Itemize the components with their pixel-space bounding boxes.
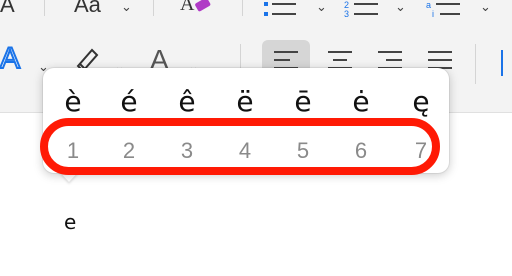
svg-text:3: 3 (344, 9, 349, 18)
accent-option[interactable]: ę (401, 84, 441, 120)
chevron-down-icon[interactable]: ⌄ (395, 0, 406, 13)
text-effects-button[interactable]: A (0, 43, 21, 75)
toolbar-divider (475, 44, 476, 84)
change-case-button[interactable]: Aa (74, 0, 101, 16)
accent-options: è é ê ë ē ė ę (45, 84, 447, 120)
accent-option[interactable]: ê (167, 84, 207, 120)
accent-option[interactable]: ė (341, 84, 381, 120)
line-spacing-icon[interactable] (494, 46, 512, 80)
chevron-down-icon[interactable]: ⌄ (121, 0, 132, 13)
multilevel-list-icon[interactable]: a i (424, 0, 464, 18)
document-text[interactable]: e (64, 210, 76, 234)
accent-option[interactable]: é (109, 84, 149, 120)
svg-text:a: a (426, 0, 431, 10)
toolbar-divider (242, 0, 243, 16)
svg-text:i: i (432, 9, 434, 18)
chevron-down-icon[interactable]: ⌄ (480, 0, 491, 13)
svg-text:A: A (180, 0, 195, 15)
accent-option[interactable]: ē (283, 84, 323, 120)
accent-option[interactable]: è (53, 84, 93, 120)
accent-option[interactable]: ë (225, 84, 265, 120)
bullets-icon[interactable] (262, 0, 302, 18)
toolbar-divider (44, 0, 45, 16)
font-size-control[interactable]: A (0, 0, 15, 16)
clear-formatting-icon[interactable]: A (180, 0, 216, 16)
chevron-down-icon[interactable]: ⌄ (316, 0, 327, 13)
toolbar-divider (153, 0, 154, 16)
numbering-icon[interactable]: 2 3 (342, 0, 382, 18)
red-highlight-outline (40, 118, 440, 175)
